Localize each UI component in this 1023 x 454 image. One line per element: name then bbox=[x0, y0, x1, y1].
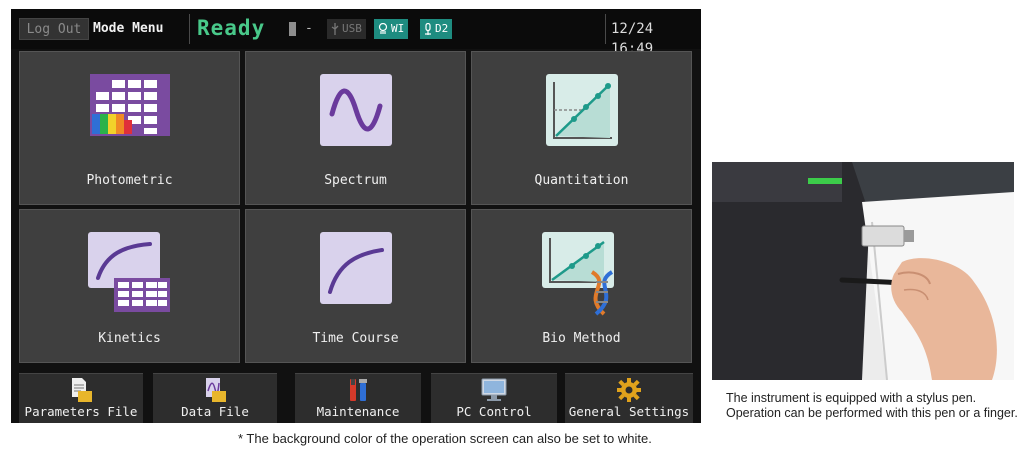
divider bbox=[189, 14, 190, 44]
kinetics-curve-table-icon bbox=[87, 232, 170, 312]
instrument-stylus-illustration bbox=[712, 162, 1014, 380]
d2-label: D2 bbox=[435, 22, 449, 35]
usb-indicator: USB bbox=[327, 19, 366, 39]
mode-bio-method-button[interactable]: Bio Method bbox=[471, 209, 692, 363]
mode-label: Quantitation bbox=[534, 173, 629, 188]
time-course-curve-icon bbox=[319, 232, 392, 304]
mode-label: Bio Method bbox=[542, 331, 621, 346]
mode-kinetics-button[interactable]: Kinetics bbox=[19, 209, 240, 363]
spectrum-wave-icon bbox=[319, 74, 392, 146]
mode-quantitation-button[interactable]: Quantitation bbox=[471, 51, 692, 205]
quantitation-graph-icon bbox=[545, 74, 618, 146]
data-file-button[interactable]: Data File bbox=[153, 373, 277, 423]
battery-icon bbox=[289, 22, 296, 36]
mode-time-course-button[interactable]: Time Course bbox=[245, 209, 466, 363]
screen-caption: * The background color of the operation … bbox=[238, 431, 652, 446]
mode-label: Spectrum bbox=[324, 173, 387, 188]
photometric-table-icon bbox=[89, 74, 170, 136]
bottom-label: PC Control bbox=[456, 404, 532, 419]
operation-screen: Log Out Mode Menu Ready - USB WI D2 12/2… bbox=[11, 9, 701, 423]
data-file-icon bbox=[206, 378, 226, 402]
usb-label: USB bbox=[342, 22, 362, 35]
usb-icon bbox=[331, 23, 339, 35]
mode-label: Kinetics bbox=[98, 331, 161, 346]
divider bbox=[605, 14, 606, 44]
bottom-label: General Settings bbox=[568, 404, 690, 419]
mode-spectrum-button[interactable]: Spectrum bbox=[245, 51, 466, 205]
wi-lamp-indicator: WI bbox=[374, 19, 409, 39]
bio-method-dna-icon bbox=[541, 232, 614, 316]
lamp-icon bbox=[378, 23, 388, 34]
logout-button[interactable]: Log Out bbox=[19, 18, 89, 40]
monitor-icon bbox=[481, 378, 507, 401]
bottom-label: Maintenance bbox=[316, 404, 400, 419]
mode-photometric-button[interactable]: Photometric bbox=[19, 51, 240, 205]
bottom-label: Data File bbox=[181, 404, 249, 419]
status-bar: Log Out Mode Menu Ready - USB WI D2 12/2… bbox=[11, 9, 701, 57]
bottom-label: Parameters File bbox=[24, 404, 138, 419]
battery-status: - bbox=[305, 21, 313, 36]
status-text: Ready bbox=[197, 16, 266, 40]
d2-lamp-indicator: D2 bbox=[420, 19, 453, 39]
photo-caption: The instrument is equipped with a stylus… bbox=[726, 391, 1018, 420]
parameters-file-icon bbox=[72, 378, 92, 402]
maintenance-button[interactable]: Maintenance bbox=[295, 373, 421, 423]
parameters-file-button[interactable]: Parameters File bbox=[19, 373, 143, 423]
mode-label: Time Course bbox=[312, 331, 399, 346]
mode-menu-title: Mode Menu bbox=[93, 21, 164, 36]
general-settings-button[interactable]: General Settings bbox=[565, 373, 693, 423]
wi-label: WI bbox=[391, 22, 405, 35]
gear-icon bbox=[617, 378, 641, 402]
mode-label: Photometric bbox=[86, 173, 173, 188]
instrument-photo bbox=[712, 162, 1014, 380]
pc-control-button[interactable]: PC Control bbox=[431, 373, 557, 423]
lamp-icon bbox=[425, 23, 431, 35]
maintenance-tools-icon bbox=[350, 379, 367, 401]
